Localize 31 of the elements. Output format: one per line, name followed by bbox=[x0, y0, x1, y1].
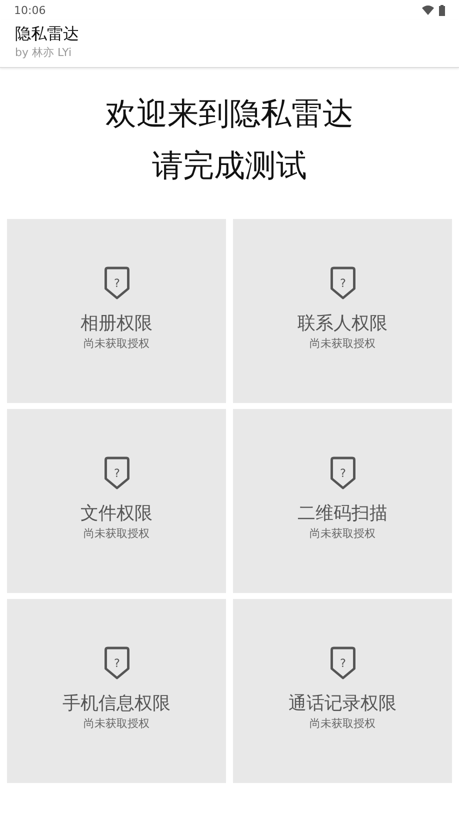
permission-card[interactable]: ? 手机信息权限 尚未获取授权 bbox=[7, 599, 226, 783]
permission-name: 联系人权限 bbox=[298, 312, 388, 336]
app-title: 隐私雷达 bbox=[15, 23, 80, 45]
permission-card[interactable]: ? 相册权限 尚未获取授权 bbox=[7, 219, 226, 403]
shield-question-icon: ? bbox=[102, 456, 132, 490]
battery-icon bbox=[439, 4, 445, 16]
shield-question-icon: ? bbox=[328, 646, 358, 680]
wifi-icon bbox=[422, 5, 434, 15]
permission-status: 尚未获取授权 bbox=[310, 336, 376, 352]
permission-name: 通话记录权限 bbox=[288, 692, 396, 716]
permission-status: 尚未获取授权 bbox=[84, 716, 150, 732]
permission-name: 二维码扫描 bbox=[298, 502, 388, 526]
shield-question-icon: ? bbox=[328, 456, 358, 490]
permission-status: 尚未获取授权 bbox=[84, 336, 150, 352]
permission-name: 相册权限 bbox=[80, 312, 152, 336]
welcome-heading: 欢迎来到隐私雷达 bbox=[106, 95, 354, 134]
permission-card[interactable]: ? 二维码扫描 尚未获取授权 bbox=[233, 409, 452, 593]
permission-card[interactable]: ? 通话记录权限 尚未获取授权 bbox=[233, 599, 452, 783]
shield-question-icon: ? bbox=[102, 266, 132, 300]
permission-status: 尚未获取授权 bbox=[310, 716, 376, 732]
shield-question-icon: ? bbox=[102, 646, 132, 680]
app-subtitle: by 林亦 LYi bbox=[15, 45, 73, 61]
permission-card[interactable]: ? 文件权限 尚未获取授权 bbox=[7, 409, 226, 593]
permission-card[interactable]: ? 联系人权限 尚未获取授权 bbox=[233, 219, 452, 403]
welcome-heading: 请完成测试 bbox=[152, 147, 307, 186]
permission-status: 尚未获取授权 bbox=[84, 526, 150, 542]
shield-question-icon: ? bbox=[328, 266, 358, 300]
permission-status: 尚未获取授权 bbox=[310, 526, 376, 542]
permission-name: 文件权限 bbox=[80, 502, 152, 526]
status-time: 10:06 bbox=[14, 4, 46, 16]
permission-name: 手机信息权限 bbox=[62, 692, 170, 716]
